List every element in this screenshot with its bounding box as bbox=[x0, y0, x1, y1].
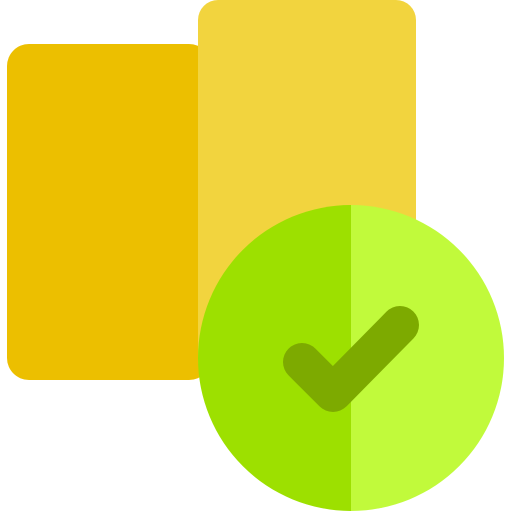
approval-badge bbox=[198, 205, 504, 511]
back-card-shape bbox=[7, 44, 211, 380]
documents-approved-icon bbox=[7, 0, 504, 511]
icon-canvas bbox=[0, 0, 512, 512]
